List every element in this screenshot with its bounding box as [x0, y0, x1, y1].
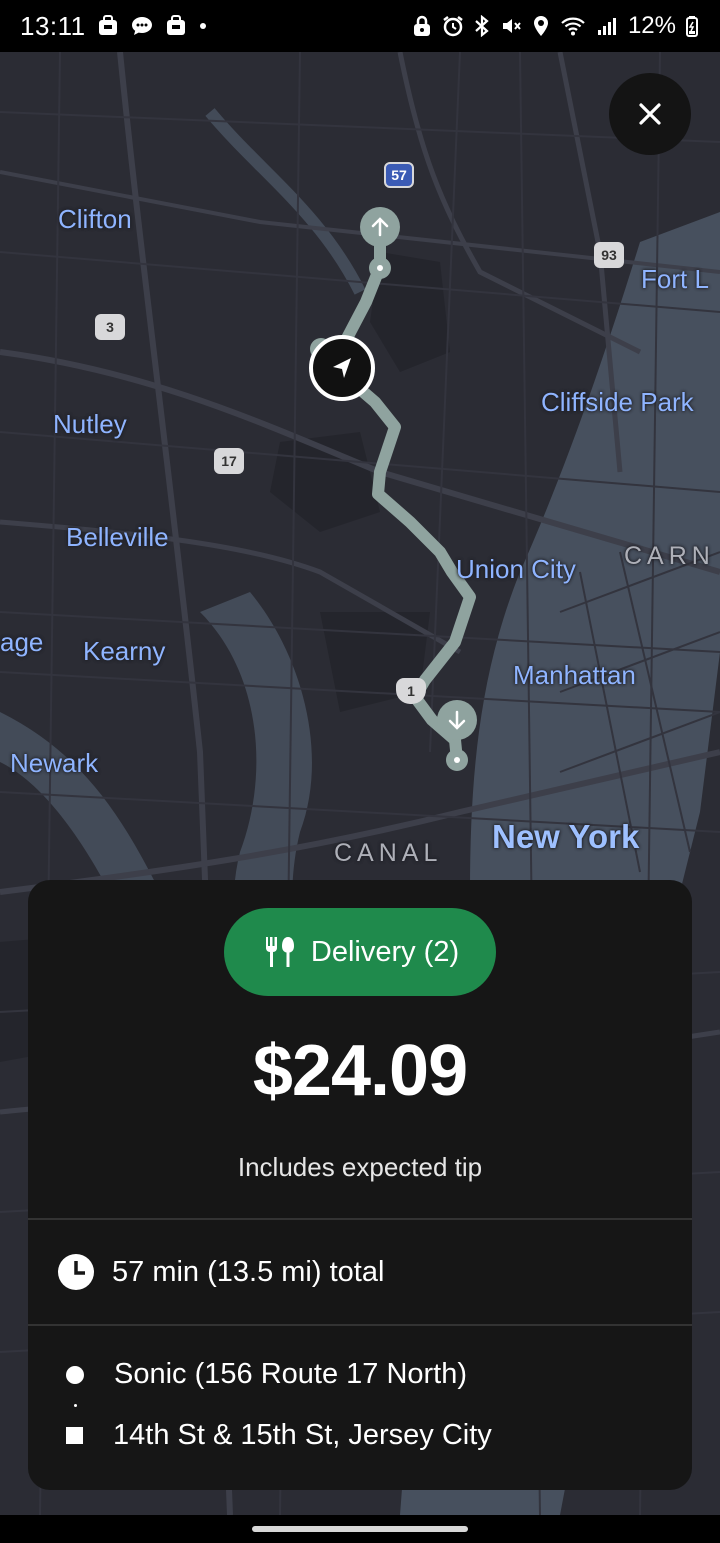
route-end-pin[interactable]: [437, 700, 477, 740]
trip-summary: 57 min (13.5 mi) total: [112, 1255, 385, 1288]
status-right: 12%: [412, 12, 698, 40]
tip-note: Includes expected tip: [237, 1152, 483, 1182]
fare-amount: $24.09: [252, 1031, 468, 1111]
wifi-icon: [560, 15, 586, 37]
map-label-belleville: Belleville: [66, 522, 169, 552]
route-17-shield: 17: [214, 448, 244, 474]
status-left: 13:11: [20, 11, 208, 42]
map-label-carn: CARN: [624, 542, 715, 570]
dot-icon: [198, 21, 208, 31]
utensils-icon: [265, 937, 294, 967]
close-button[interactable]: [609, 73, 691, 155]
map-label-clifton: Clifton: [58, 204, 132, 234]
map-label-age: age: [0, 627, 44, 657]
pickup-location: Sonic (156 Route 17 North): [114, 1358, 468, 1390]
divider: [28, 1324, 692, 1326]
divider: [28, 1218, 692, 1220]
map-label-manhattan: Manhattan: [513, 660, 636, 690]
current-location-marker: [309, 335, 375, 401]
close-icon: [639, 103, 661, 125]
dropoff-square-icon: [66, 1427, 83, 1444]
route-waypoint-dot: [446, 749, 468, 771]
route-connector: [74, 1404, 77, 1407]
battery-icon: [686, 15, 698, 37]
trip-summary-row: 57 min (13.5 mi) total: [56, 1252, 384, 1292]
trip-offer-card[interactable]: Delivery (2) $24.09 Includes expected ti…: [28, 880, 692, 1490]
map-label-new-york: New York: [492, 818, 640, 855]
bag-icon: [96, 14, 120, 38]
battery-percentage: 12%: [627, 12, 676, 39]
pickup-dot-icon: [66, 1365, 84, 1384]
home-indicator[interactable]: [252, 1526, 468, 1532]
status-bar: 13:11 12%: [0, 0, 720, 52]
map-label-kearny: Kearny: [83, 636, 166, 666]
dropoff-row: 14th St & 15th St, Jersey City: [66, 1419, 492, 1452]
arrow-up-icon: [371, 217, 389, 237]
lock-icon: [412, 15, 432, 37]
clock-icon: [58, 1254, 94, 1290]
arrow-down-icon: [448, 710, 466, 730]
mute-icon: [500, 15, 522, 37]
map-label-nutley: Nutley: [53, 409, 127, 439]
bag-icon: [164, 14, 188, 38]
bluetooth-icon: [474, 15, 490, 37]
route-1-shield: 1: [396, 678, 426, 704]
map-label-fort-lee: Fort L: [641, 264, 709, 294]
map-label-newark: Newark: [10, 748, 99, 778]
route-57-shield: 57: [384, 162, 414, 188]
delivery-badge: Delivery (2): [224, 908, 496, 996]
pickup-row: Sonic (156 Route 17 North): [66, 1358, 467, 1391]
status-time: 13:11: [20, 10, 86, 41]
navigation-arrow-icon: [333, 358, 351, 378]
location-icon: [532, 15, 550, 37]
map-label-cliffside-park: Cliffside Park: [541, 387, 694, 417]
route-waypoint-dot: [369, 257, 391, 279]
route-3-shield: 3: [95, 314, 125, 340]
dropoff-location: 14th St & 15th St, Jersey City: [113, 1419, 492, 1451]
map-label-canal: CANAL: [334, 839, 443, 867]
route-start-pin[interactable]: [360, 207, 400, 247]
alarm-icon: [442, 15, 464, 37]
message-icon: [130, 14, 154, 38]
route-93-shield: 93: [594, 242, 624, 268]
signal-icon: [596, 15, 618, 37]
map-label-union-city: Union City: [456, 554, 576, 584]
delivery-label: Delivery (2): [310, 935, 460, 968]
